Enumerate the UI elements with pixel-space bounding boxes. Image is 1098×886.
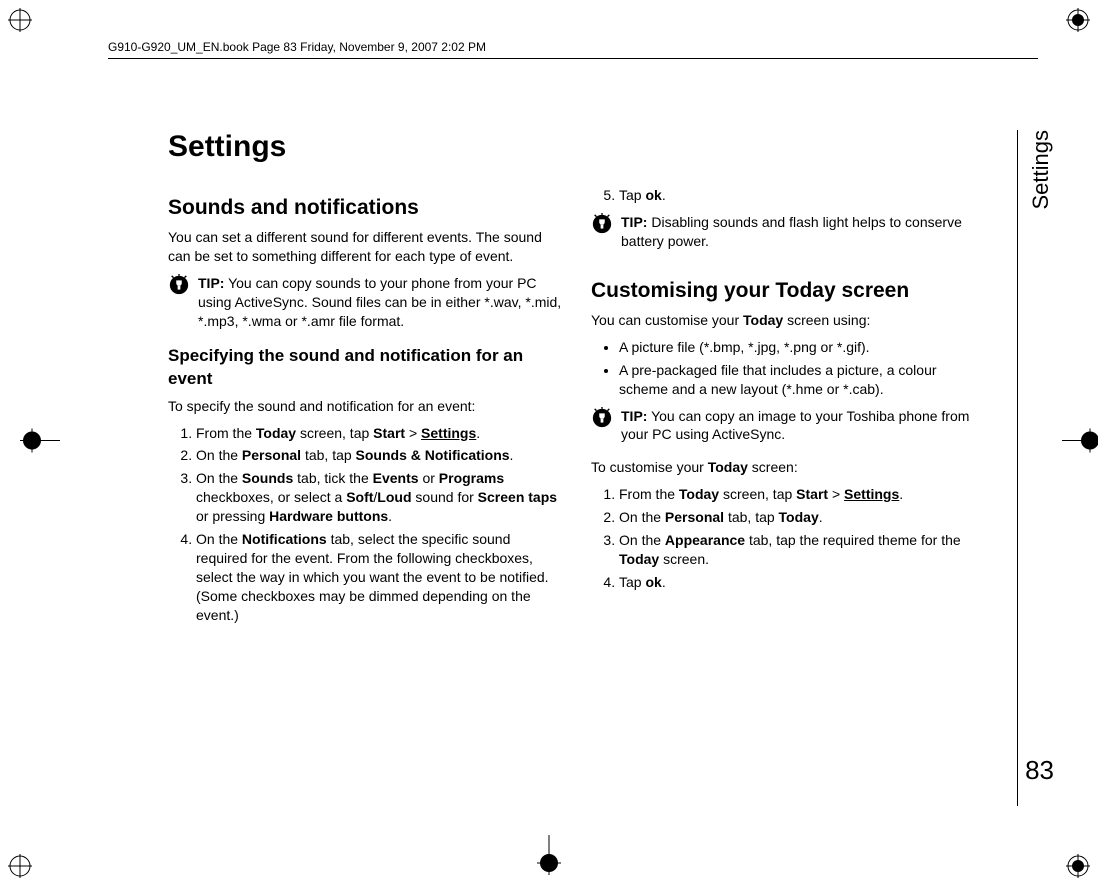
list-item: On the Appearance tab, tap the required … [619, 531, 986, 569]
tip-icon [591, 213, 613, 235]
body-text: To specify the sound and notification fo… [168, 397, 563, 416]
list-item: A pre-packaged file that includes a pict… [619, 361, 986, 399]
column-left: Sounds and notifications You can set a d… [168, 182, 563, 628]
column-right: Tap ok. TIP: Disabling sounds and flash … [591, 182, 986, 628]
step-list: From the Today screen, tap Start > Setti… [168, 424, 563, 625]
sub-heading: Specifying the sound and notification fo… [168, 345, 563, 391]
tip-text: TIP: You can copy sounds to your phone f… [198, 274, 563, 331]
list-item: On the Notifications tab, select the spe… [196, 530, 563, 624]
section-heading: Sounds and notifications [168, 194, 563, 222]
crop-mark-icon [20, 429, 60, 458]
tip-icon [591, 407, 613, 429]
section-heading: Customising your Today screen [591, 277, 986, 305]
tip-body: You can copy an image to your Toshiba ph… [621, 408, 969, 443]
body-text: You can set a different sound for differ… [168, 228, 563, 266]
content: Settings Sounds and notifications You ca… [168, 130, 988, 628]
tip-block: TIP: Disabling sounds and flash light he… [591, 213, 986, 251]
bullet-list: A picture file (*.bmp, *.jpg, *.png or *… [591, 338, 986, 399]
tip-text: TIP: Disabling sounds and flash light he… [621, 213, 986, 251]
page: G910-G920_UM_EN.book Page 83 Friday, Nov… [0, 0, 1098, 886]
tip-block: TIP: You can copy sounds to your phone f… [168, 274, 563, 331]
frame-header-text: G910-G920_UM_EN.book Page 83 Friday, Nov… [108, 40, 486, 54]
body-text: To customise your Today screen: [591, 458, 986, 477]
tip-body: Disabling sounds and flash light helps t… [621, 214, 962, 249]
crop-mark-icon [537, 835, 561, 880]
tip-body: You can copy sounds to your phone from y… [198, 275, 561, 329]
list-item: From the Today screen, tap Start > Setti… [619, 485, 986, 504]
tip-icon [168, 274, 190, 296]
tip-label: TIP: [621, 408, 647, 424]
side-section-label: Settings [1028, 130, 1054, 210]
list-item: On the Personal tab, tap Today. [619, 508, 986, 527]
step-list: Tap ok. [591, 186, 986, 205]
list-item: A picture file (*.bmp, *.jpg, *.png or *… [619, 338, 986, 357]
list-item: From the Today screen, tap Start > Setti… [196, 424, 563, 443]
registration-mark-icon [8, 854, 32, 878]
tip-label: TIP: [198, 275, 224, 291]
list-item: Tap ok. [619, 186, 986, 205]
step-list: From the Today screen, tap Start > Setti… [591, 485, 986, 591]
tip-label: TIP: [621, 214, 647, 230]
registration-mark-icon [8, 8, 32, 32]
list-item: On the Sounds tab, tick the Events or Pr… [196, 469, 563, 526]
body-text: You can customise your Today screen usin… [591, 311, 986, 330]
page-title: Settings [168, 130, 988, 164]
tip-block: TIP: You can copy an image to your Toshi… [591, 407, 986, 445]
list-item: Tap ok. [619, 573, 986, 592]
frame-header: G910-G920_UM_EN.book Page 83 Friday, Nov… [108, 40, 1038, 59]
crop-mark-icon [1062, 429, 1098, 458]
tip-text: TIP: You can copy an image to your Toshi… [621, 407, 986, 445]
page-number: 83 [1025, 755, 1054, 786]
side-rule [1017, 130, 1018, 806]
registration-mark-icon [1066, 8, 1090, 32]
registration-mark-icon [1066, 854, 1090, 878]
list-item: On the Personal tab, tap Sounds & Notifi… [196, 446, 563, 465]
